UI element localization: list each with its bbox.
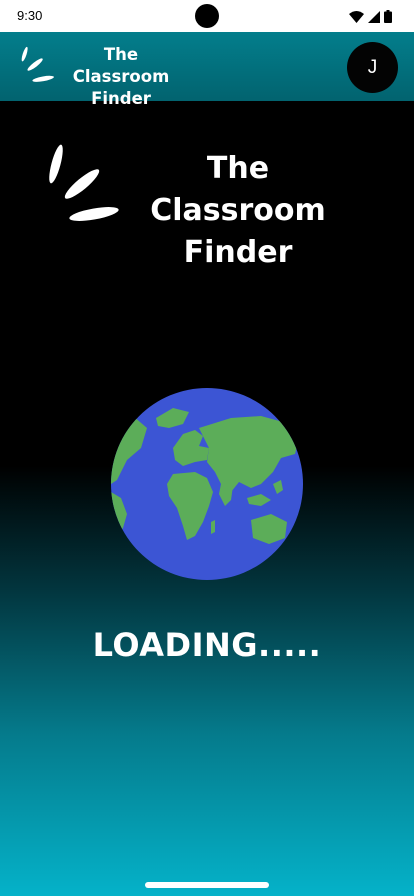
loading-text: LOADING..... <box>92 626 322 664</box>
user-avatar-button[interactable]: J <box>347 42 398 93</box>
brand-header: The Classroom Finder <box>42 142 382 270</box>
wifi-icon <box>349 11 364 23</box>
status-icons <box>349 9 392 23</box>
globe-icon <box>111 388 303 580</box>
app-title: The Classroom Finder <box>72 45 170 108</box>
home-indicator[interactable] <box>145 882 269 888</box>
speed-lines-logo-icon <box>49 144 119 221</box>
brand-title: The Classroom Finder <box>150 151 326 270</box>
app-bar: The Classroom Finder J <box>0 32 414 108</box>
battery-icon <box>384 10 392 23</box>
status-time: 9:30 <box>17 8 43 23</box>
speed-lines-logo-icon <box>21 46 54 82</box>
status-bar: 9:30 <box>0 0 414 32</box>
camera-cutout <box>195 4 219 28</box>
signal-icon <box>368 11 380 23</box>
